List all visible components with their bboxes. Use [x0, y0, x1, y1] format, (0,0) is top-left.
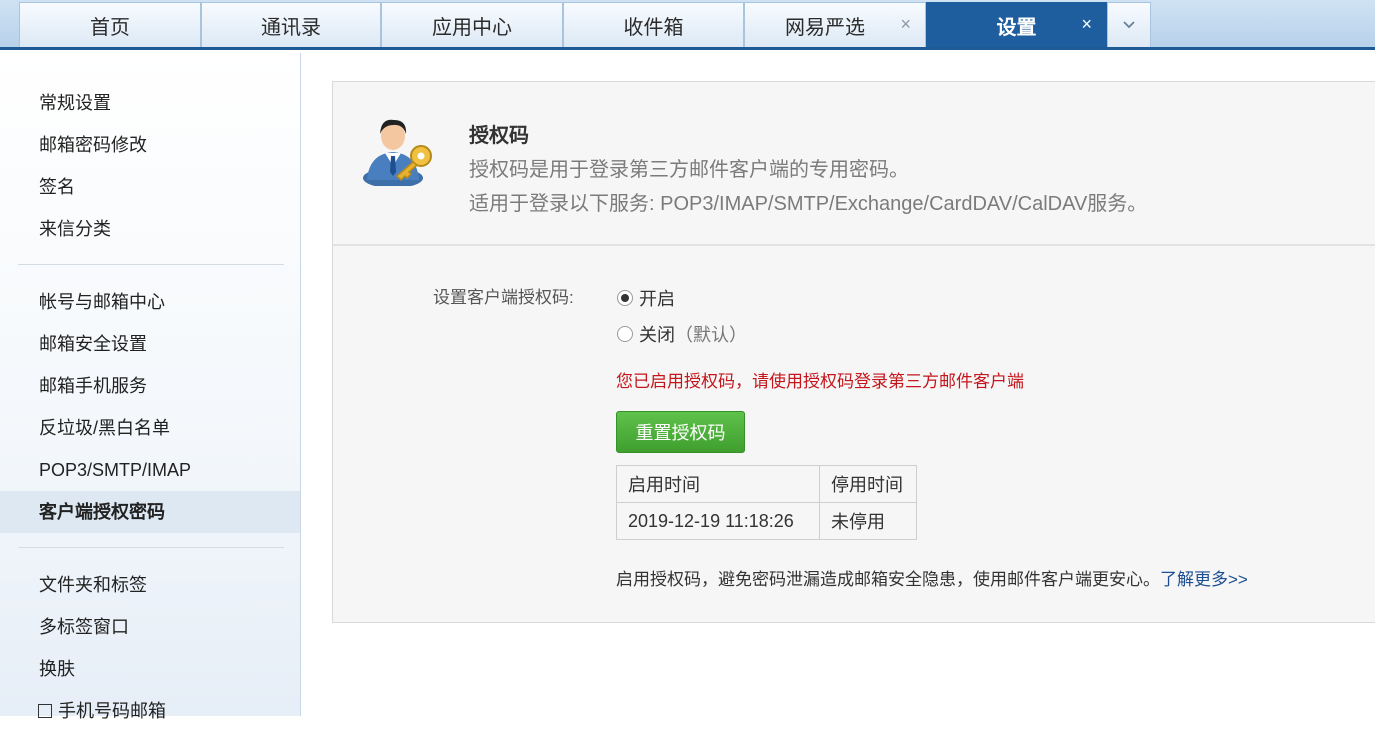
radio-unchecked-icon[interactable]: [617, 326, 633, 342]
sidebar-item-skin[interactable]: 换肤: [0, 648, 300, 690]
table-cell: 2019-12-19 11:18:26: [616, 502, 820, 540]
tab-bar: 首页 通讯录 应用中心 收件箱 网易严选 × 设置 ×: [0, 0, 1375, 50]
sidebar-item-security[interactable]: 邮箱安全设置: [0, 323, 300, 365]
tab-app-center[interactable]: 应用中心: [381, 2, 563, 47]
sidebar-item-folders-labels[interactable]: 文件夹和标签: [0, 564, 300, 606]
sidebar-item-general[interactable]: 常规设置: [0, 82, 300, 124]
security-note-text: 启用授权码，避免密码泄漏造成邮箱安全隐患，使用邮件客户端更安心。: [616, 570, 1160, 589]
sidebar-item-account-center[interactable]: 帐号与邮箱中心: [0, 281, 300, 323]
auth-code-services: 适用于登录以下服务: POP3/IMAP/SMTP/Exchange/CardD…: [469, 193, 1148, 215]
sidebar-divider: [18, 264, 284, 265]
tab-overflow-button[interactable]: [1107, 2, 1151, 47]
auth-code-panel: 授权码 授权码是用于登录第三方邮件客户端的专用密码。 适用于登录以下服务: PO…: [332, 81, 1375, 623]
tab-label: 设置: [996, 16, 1037, 39]
sidebar-item-label: 手机号码邮箱: [58, 701, 166, 721]
chevron-down-icon: [1123, 21, 1135, 29]
sidebar-item-signature[interactable]: 签名: [0, 166, 300, 208]
tab-label: 通讯录: [261, 16, 321, 39]
sidebar-divider: [18, 547, 284, 548]
tab-label: 首页: [90, 16, 130, 39]
auth-code-title: 授权码: [469, 125, 529, 147]
close-icon[interactable]: ×: [1081, 14, 1092, 35]
sidebar-item-multi-tab[interactable]: 多标签窗口: [0, 606, 300, 648]
setting-label: 设置客户端授权码:: [433, 288, 574, 307]
tab-label: 收件箱: [623, 16, 684, 39]
user-key-icon: [363, 119, 432, 186]
tab-label: 网易严选: [785, 16, 865, 39]
security-note: 启用授权码，避免密码泄漏造成邮箱安全隐患，使用邮件客户端更安心。了解更多>>: [616, 565, 1248, 590]
auth-code-desc: 授权码是用于登录第三方邮件客户端的专用密码。: [469, 159, 909, 181]
tab-home[interactable]: 首页: [19, 2, 201, 47]
sidebar-item-phone-mailbox[interactable]: 手机号码邮箱: [0, 690, 300, 732]
sidebar-item-mobile-service[interactable]: 邮箱手机服务: [0, 365, 300, 407]
settings-sidebar: 常规设置 邮箱密码修改 签名 来信分类 帐号与邮箱中心 邮箱安全设置 邮箱手机服…: [0, 53, 301, 721]
table-header-row: 启用时间 停用时间: [616, 465, 917, 503]
auth-time-table: 启用时间 停用时间 2019-12-19 11:18:26 未停用: [616, 465, 917, 540]
sidebar-item-mail-filter[interactable]: 来信分类: [0, 208, 300, 250]
panel-header: 授权码 授权码是用于登录第三方邮件客户端的专用密码。 适用于登录以下服务: PO…: [333, 82, 1375, 246]
status-message: 您已启用授权码，请使用授权码登录第三方邮件客户端: [616, 372, 1024, 391]
sidebar-item-client-auth[interactable]: 客户端授权密码: [0, 491, 300, 533]
radio-disable[interactable]: 关闭 （默认）: [617, 321, 747, 347]
reset-auth-code-button[interactable]: 重置授权码: [616, 411, 745, 453]
table-header: 停用时间: [819, 465, 917, 503]
tab-inbox[interactable]: 收件箱: [563, 2, 744, 47]
table-row: 2019-12-19 11:18:26 未停用: [616, 502, 917, 540]
table-cell: 未停用: [819, 502, 917, 540]
tab-yanxuan[interactable]: 网易严选 ×: [744, 2, 926, 47]
sidebar-item-password[interactable]: 邮箱密码修改: [0, 124, 300, 166]
tab-contacts[interactable]: 通讯录: [201, 2, 381, 47]
close-icon[interactable]: ×: [900, 14, 911, 35]
tab-settings[interactable]: 设置 ×: [926, 2, 1107, 47]
sidebar-item-pop3-smtp-imap[interactable]: POP3/SMTP/IMAP: [0, 449, 300, 491]
radio-enable-label: 开启: [639, 289, 675, 309]
radio-checked-icon[interactable]: [617, 290, 633, 306]
radio-enable[interactable]: 开启: [617, 285, 675, 311]
radio-disable-label: 关闭: [639, 325, 675, 345]
learn-more-link[interactable]: 了解更多>>: [1160, 570, 1248, 589]
table-header: 启用时间: [616, 465, 820, 503]
radio-default-hint: （默认）: [675, 325, 747, 345]
sidebar-item-antispam[interactable]: 反垃圾/黑白名单: [0, 407, 300, 449]
tab-label: 应用中心: [432, 16, 512, 39]
